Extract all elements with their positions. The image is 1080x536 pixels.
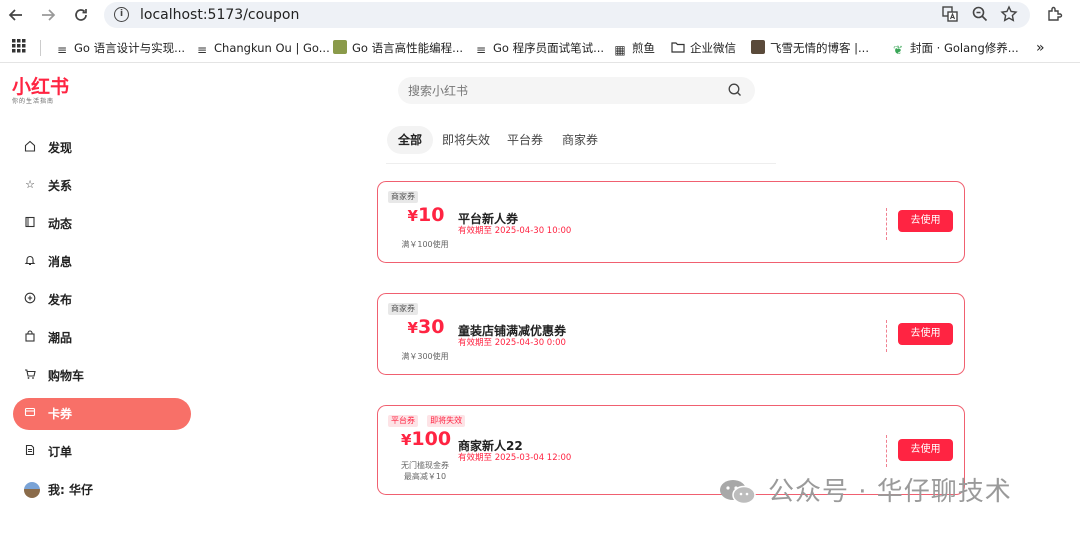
bookmark-item[interactable]: ≡ Go 程序员面试笔试... <box>474 39 604 57</box>
star-icon: ☆ <box>25 178 35 191</box>
coupon-card: 商家券 ¥10 满￥100使用 平台新人券 有效期至 2025-04-30 10… <box>377 181 965 263</box>
bag-icon <box>23 330 37 344</box>
doc-lines-icon: ≡ <box>475 43 487 57</box>
zoom-icon[interactable] <box>970 5 990 25</box>
tab-platform[interactable]: 平台券 <box>496 126 554 154</box>
more-bookmarks-chevron-icon[interactable]: » <box>1036 39 1045 57</box>
cart-icon <box>23 368 37 382</box>
sidebar-item-label: 发现 <box>48 141 73 155</box>
book-icon <box>23 216 37 230</box>
coupon-max-discount: 最高减￥10 <box>403 472 447 481</box>
doc-lines-icon: ≡ <box>196 43 208 57</box>
sidebar-item-discover[interactable]: 发现 <box>13 132 191 164</box>
sidebar-item-messages[interactable]: 消息 <box>13 246 191 278</box>
sidebar-item-cart[interactable]: 购物车 <box>13 360 191 392</box>
coupon-divider <box>886 435 887 467</box>
bookmark-star-icon[interactable] <box>999 5 1019 25</box>
coupon-divider <box>886 208 887 240</box>
coupon-card: 商家券 ¥30 满￥300使用 童装店铺满减优惠券 有效期至 2025-04-3… <box>377 293 965 375</box>
bookmark-item[interactable]: ≡ Changkun Ou | Go... <box>195 39 330 57</box>
reload-icon[interactable] <box>71 5 91 25</box>
translate-icon[interactable] <box>940 5 960 25</box>
bookmark-item[interactable]: ▦ 煎鱼 <box>613 39 655 57</box>
sidebar-item-label: 卡券 <box>48 407 73 421</box>
bookmarks-separator <box>40 40 41 56</box>
plus-circle-icon <box>23 292 37 306</box>
sidebar-item-relations[interactable]: ☆ 关系 <box>13 170 191 202</box>
avatar-favicon-icon <box>751 40 765 54</box>
watermark-text: 公众号 · 华仔聊技术 <box>768 477 1012 507</box>
browser-toolbar: i localhost:5173/coupon <box>0 0 1080 30</box>
coupon-type-tag: 商家券 <box>388 191 418 203</box>
avatar <box>24 482 40 498</box>
coupon-divider <box>886 320 887 352</box>
address-url: localhost:5173/coupon <box>140 7 300 23</box>
use-coupon-button[interactable]: 去使用 <box>898 210 953 232</box>
sidebar-item-trend[interactable]: 潮品 <box>13 322 191 354</box>
coupon-type-tag: 商家券 <box>388 303 418 315</box>
image-favicon-icon <box>333 40 347 54</box>
sidebar-item-label: 我: 华仔 <box>48 483 93 497</box>
coupon-condition: 满￥100使用 <box>401 240 449 249</box>
receipt-icon <box>23 444 37 458</box>
bookmark-item[interactable]: ❦ 封面 · Golang修养... <box>891 39 1019 57</box>
search-input[interactable] <box>408 82 708 99</box>
apps-grid-icon[interactable] <box>12 39 26 57</box>
coupon-tags: 平台券 即将失效 <box>388 415 469 427</box>
logo-slogan: 你的生活指南 <box>12 98 55 105</box>
bookmarks-bar: ≡ Go 语言设计与实现... ≡ Changkun Ou | Go... Go 语… <box>0 31 1080 63</box>
leaf-favicon-icon: ❦ <box>892 43 904 57</box>
grid-favicon-icon: ▦ <box>614 43 626 57</box>
sidebar-item-profile[interactable]: 我: 华仔 <box>13 474 191 506</box>
site-info-icon[interactable]: i <box>114 7 129 22</box>
sidebar-item-label: 关系 <box>48 179 73 193</box>
use-coupon-button[interactable]: 去使用 <box>898 439 953 461</box>
coupon-type-tag: 平台券 <box>388 415 418 427</box>
coupon-tags: 商家券 <box>388 303 422 315</box>
sidebar-item-orders[interactable]: 订单 <box>13 436 191 468</box>
wechat-logo-icon <box>718 478 758 506</box>
tab-all[interactable]: 全部 <box>387 126 434 154</box>
back-arrow-icon[interactable] <box>6 5 26 25</box>
use-coupon-button[interactable]: 去使用 <box>898 323 953 345</box>
folder-icon <box>671 40 685 54</box>
sidebar-item-label: 潮品 <box>48 331 73 345</box>
coupon-condition: 满￥300使用 <box>401 352 449 361</box>
sidebar-item-feed[interactable]: 动态 <box>13 208 191 240</box>
coupon-validity: 有效期至 2025-04-30 10:00 <box>458 226 572 236</box>
bookmark-item[interactable]: 飞雪无情的博客 |... <box>751 39 869 57</box>
sidebar-item-label: 动态 <box>48 217 73 231</box>
tab-expiring[interactable]: 即将失效 <box>431 126 501 154</box>
coupon-validity: 有效期至 2025-04-30 0:00 <box>458 338 566 348</box>
sidebar-item-label: 订单 <box>48 445 73 459</box>
home-icon <box>23 140 37 154</box>
extensions-puzzle-icon[interactable] <box>1045 5 1065 25</box>
sidebar-item-label: 发布 <box>48 293 73 307</box>
sidebar-item-label: 消息 <box>48 255 73 269</box>
card-icon <box>23 406 37 420</box>
coupon-tabs: 全部 即将失效 平台券 商家券 <box>386 126 776 164</box>
search-icon[interactable] <box>727 82 743 98</box>
forward-arrow-icon[interactable] <box>38 5 58 25</box>
expiring-tag: 即将失效 <box>427 415 466 427</box>
bell-icon <box>23 254 37 268</box>
coupon-validity: 有效期至 2025-03-04 12:00 <box>458 453 572 463</box>
logo-text: 小红书 <box>12 76 70 98</box>
bookmark-item[interactable]: Go 语言高性能编程... <box>333 39 463 57</box>
bookmark-item[interactable]: 企业微信 <box>671 39 736 57</box>
tab-merchant[interactable]: 商家券 <box>551 126 609 154</box>
search-bar <box>398 77 755 104</box>
bookmark-item[interactable]: ≡ Go 语言设计与实现... <box>55 39 185 57</box>
sidebar-item-label: 购物车 <box>48 369 85 383</box>
sidebar-item-publish[interactable]: 发布 <box>13 284 191 316</box>
doc-lines-icon: ≡ <box>56 43 68 57</box>
address-bar[interactable]: i localhost:5173/coupon <box>104 2 1030 28</box>
xiaohongshu-logo[interactable]: 小红书 你的生活指南 <box>12 76 72 108</box>
sidebar-item-coupons[interactable]: 卡券 <box>13 398 191 430</box>
coupon-tags: 商家券 <box>388 191 422 203</box>
